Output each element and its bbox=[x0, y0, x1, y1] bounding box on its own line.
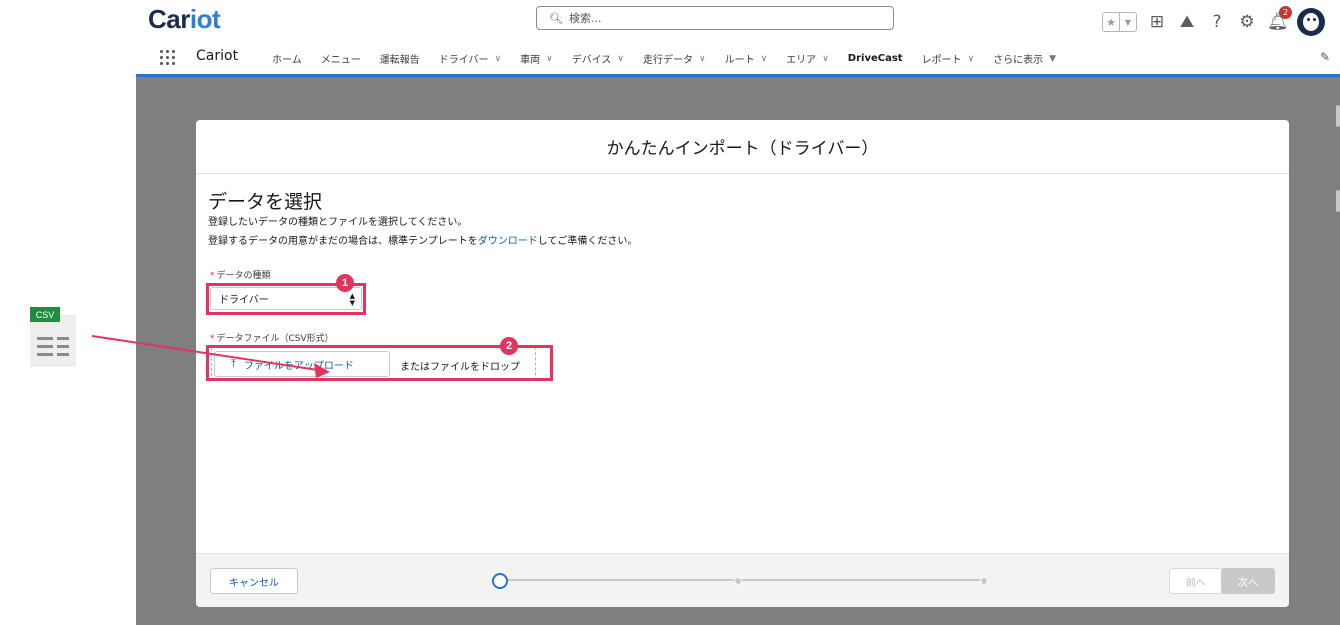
data-type-label-text: データの種類 bbox=[216, 271, 271, 281]
nav-item[interactable]: 車両 ∨ bbox=[520, 51, 553, 67]
description-text: 登録するデータの用意がまだの場合は、標準テンプレートを bbox=[208, 236, 478, 247]
trailhead-icon[interactable]: ⛰ bbox=[1177, 12, 1197, 32]
data-type-label: * データの種類 bbox=[210, 268, 271, 281]
modal-title: かんたんインポート（ドライバー） bbox=[196, 120, 1289, 174]
header-icons: ★ ▼ ⊞ ⛰ ? ⚙ 🔔︎ 2 bbox=[1102, 6, 1325, 36]
chevron-down-icon[interactable]: ▼ bbox=[1119, 13, 1136, 31]
nav-item-label: デバイス bbox=[571, 55, 612, 66]
next-button[interactable]: 次へ bbox=[1221, 568, 1275, 594]
search-placeholder: 検索... bbox=[568, 12, 602, 25]
global-header: Cariot 🔍︎ 検索... ★ ▼ ⊞ ⛰ ? ⚙ 🔔︎ 2 bbox=[136, 0, 1340, 40]
scroll-handle[interactable] bbox=[1336, 190, 1340, 212]
csv-tag: CSV bbox=[30, 307, 60, 322]
nav-item[interactable]: ホーム bbox=[272, 51, 302, 66]
prev-button[interactable]: 前へ bbox=[1169, 568, 1223, 594]
nav-items: ホーム メニュー 運転報告 ドライバー ∨ 車両 ∨ デバイス ∨ 走行データ ∨ ルート ∨ エリア ∨ D… bbox=[272, 51, 1056, 66]
logo-accent: iot bbox=[189, 4, 221, 34]
section-title: データを選択 bbox=[208, 191, 323, 213]
nav-item[interactable]: ドライバー ∨ bbox=[438, 51, 502, 67]
nav-item[interactable]: メニュー bbox=[321, 51, 361, 66]
nav-item[interactable]: 運転報告 bbox=[380, 51, 420, 66]
global-search-input[interactable]: 🔍︎ 検索... bbox=[536, 6, 894, 30]
step-3-dot bbox=[980, 577, 988, 585]
description-text: してご準備ください。 bbox=[537, 236, 638, 247]
required-marker: * bbox=[210, 334, 215, 344]
chevron-down-icon[interactable]: ∨ bbox=[617, 54, 624, 64]
nav-item[interactable]: DriveCast bbox=[848, 51, 903, 66]
nav-item-label: ドライバー bbox=[438, 55, 489, 66]
nav-item[interactable]: レポート ∨ bbox=[921, 51, 975, 67]
data-file-label: * データファイル（CSV形式） bbox=[210, 331, 334, 344]
nav-item-label: メニュー bbox=[320, 55, 361, 66]
bell-icon[interactable]: 🔔︎ 2 bbox=[1267, 6, 1292, 32]
gear-icon[interactable]: ⚙ bbox=[1237, 12, 1257, 32]
csv-file-icon: CSV bbox=[30, 307, 76, 367]
description-line-1: 登録したいデータの種類とファイルを選択してください。 bbox=[208, 217, 468, 228]
required-marker: * bbox=[210, 271, 215, 281]
app-launcher-icon[interactable] bbox=[160, 50, 176, 66]
chevron-down-icon[interactable]: ∨ bbox=[699, 54, 706, 64]
logo-main: Car bbox=[148, 4, 190, 34]
nav-item-label: DriveCast bbox=[847, 53, 903, 64]
nav-item-label: レポート bbox=[921, 55, 962, 66]
nav-item[interactable]: ルート ∨ bbox=[724, 51, 768, 67]
caret-down-icon[interactable]: ▼ bbox=[1049, 54, 1056, 64]
progress-track bbox=[500, 579, 988, 581]
app-name: Cariot bbox=[196, 48, 239, 64]
chevron-down-icon[interactable]: ∨ bbox=[761, 54, 768, 64]
cariot-logo[interactable]: Cariot bbox=[148, 4, 221, 35]
step-badge-2: 2 bbox=[500, 337, 518, 355]
template-download-link[interactable]: ダウンロード bbox=[478, 236, 538, 247]
nav-item[interactable]: デバイス ∨ bbox=[571, 51, 624, 67]
nav-item-label: さらに表示 bbox=[993, 55, 1044, 66]
global-actions-icon[interactable]: ⊞ bbox=[1147, 12, 1167, 32]
cancel-button[interactable]: キャンセル bbox=[210, 568, 298, 594]
nav-item[interactable]: エリア ∨ bbox=[786, 51, 829, 67]
step-progress bbox=[492, 573, 992, 589]
modal-footer: キャンセル 前へ 次へ bbox=[196, 553, 1289, 607]
chevron-down-icon[interactable]: ∨ bbox=[495, 54, 502, 64]
step-2-dot bbox=[734, 577, 742, 585]
chevron-down-icon[interactable]: ∨ bbox=[822, 54, 829, 64]
nav-item-label: 車両 bbox=[520, 55, 541, 66]
scroll-handle[interactable] bbox=[1336, 105, 1340, 127]
step-1-current-dot bbox=[492, 573, 508, 589]
nav-item[interactable]: 走行データ ∨ bbox=[643, 51, 706, 67]
chevron-down-icon[interactable]: ∨ bbox=[546, 54, 553, 64]
step-badge-1: 1 bbox=[336, 274, 354, 292]
avatar[interactable] bbox=[1297, 8, 1325, 36]
search-icon: 🔍︎ bbox=[549, 11, 563, 25]
nav-item-label: ホーム bbox=[272, 55, 302, 66]
nav-item-label: エリア bbox=[786, 55, 817, 66]
star-icon[interactable]: ★ bbox=[1103, 13, 1119, 31]
app-navigation-bar: Cariot ホーム メニュー 運転報告 ドライバー ∨ 車両 ∨ デバイス ∨ 走行データ ∨ ルー… bbox=[136, 42, 1340, 77]
description-line-2: 登録するデータの用意がまだの場合は、標準テンプレートをダウンロードしてご準備くだ… bbox=[208, 232, 637, 247]
nav-item-label: 走行データ bbox=[643, 55, 693, 66]
avatar-face-icon bbox=[1303, 13, 1319, 31]
nav-item-label: 運転報告 bbox=[379, 55, 420, 66]
edit-nav-icon[interactable]: ✎ bbox=[1320, 50, 1330, 64]
favorites-button[interactable]: ★ ▼ bbox=[1102, 12, 1137, 32]
notification-badge: 2 bbox=[1279, 6, 1292, 19]
csv-document-icon bbox=[30, 315, 76, 367]
help-icon[interactable]: ? bbox=[1207, 12, 1227, 32]
chevron-down-icon[interactable]: ∨ bbox=[968, 54, 975, 64]
nav-item[interactable]: さらに表示 ▼ bbox=[993, 51, 1056, 67]
data-file-label-text: データファイル（CSV形式） bbox=[216, 334, 334, 344]
nav-item-label: ルート bbox=[724, 55, 755, 66]
